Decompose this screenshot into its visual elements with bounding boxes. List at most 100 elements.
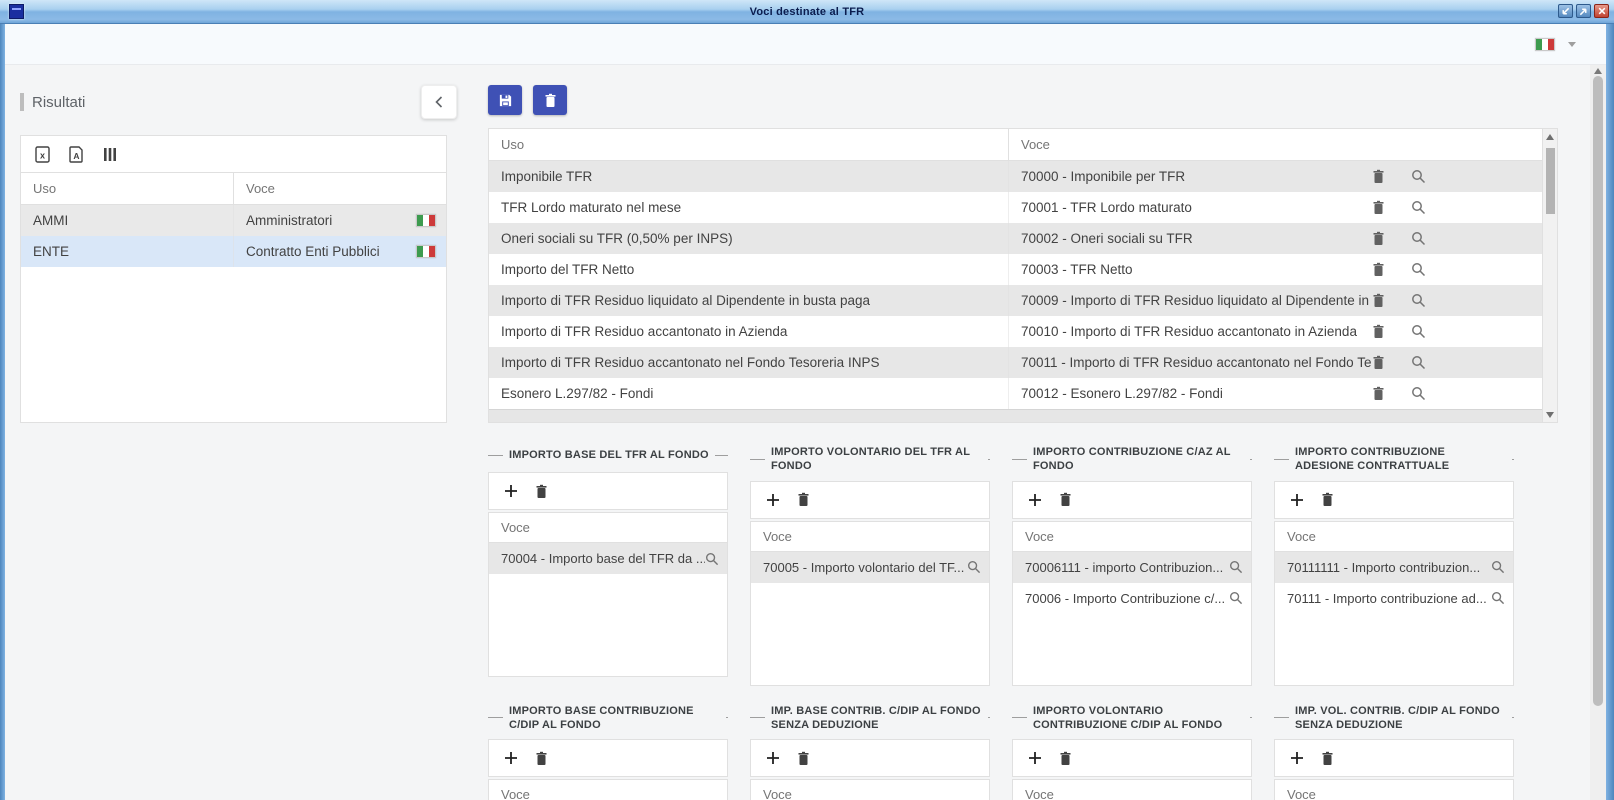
delete-voce-button[interactable] (535, 484, 548, 499)
title-bar: Voci destinate al TFR (0, 0, 1614, 24)
scrollbar-thumb[interactable] (1546, 148, 1555, 214)
col-header-voce: Voce (751, 780, 989, 800)
row-delete-button[interactable] (1372, 324, 1385, 339)
trash-icon (797, 492, 810, 507)
section-toolbar (1012, 481, 1252, 519)
voce-label: Contratto Enti Pubblici (246, 244, 380, 259)
pdf-export-icon[interactable]: A (69, 146, 84, 163)
item-search-button[interactable] (705, 552, 719, 566)
row-delete-button[interactable] (1372, 262, 1385, 277)
save-button[interactable] (488, 85, 522, 115)
voci-table-row[interactable]: TFR Lordo maturato nel mese 70001 - TFR … (489, 192, 1542, 223)
plus-icon (766, 493, 780, 507)
section-voce-table: Voce 70111111 - Importo contribuzion... … (1274, 521, 1514, 686)
add-voce-button[interactable] (1028, 493, 1042, 507)
row-delete-button[interactable] (1372, 231, 1385, 246)
scrollbar-thumb[interactable] (1593, 76, 1603, 706)
row-delete-button[interactable] (1372, 355, 1385, 370)
delete-voce-button[interactable] (797, 751, 810, 766)
plus-icon (504, 484, 518, 498)
maximize-button[interactable] (1576, 4, 1591, 18)
sidebar-table-header: Uso Voce (21, 173, 446, 205)
section-voce-item[interactable]: 70111 - Importo contribuzione ad... (1275, 583, 1513, 614)
restore-down-button[interactable] (1558, 4, 1573, 18)
sidebar-results-table: Uso Voce AMMI Amministratori ENTE Contra… (21, 173, 446, 267)
voce-label: 70005 - Importo volontario del TF... (763, 560, 967, 575)
add-voce-button[interactable] (1290, 493, 1304, 507)
item-search-button[interactable] (1229, 560, 1243, 574)
scroll-up-arrow-icon[interactable] (1546, 134, 1554, 140)
row-delete-button[interactable] (1372, 386, 1385, 401)
trash-icon (544, 93, 557, 108)
add-voce-button[interactable] (1290, 751, 1304, 765)
add-voce-button[interactable] (766, 493, 780, 507)
voci-table-row[interactable]: Oneri sociali su TFR (0,50% per INPS) 70… (489, 223, 1542, 254)
section-voce-table: Voce (1274, 779, 1514, 800)
add-voce-button[interactable] (504, 484, 518, 498)
columns-icon[interactable] (103, 147, 117, 162)
header-dash (488, 455, 503, 456)
row-search-button[interactable] (1411, 293, 1426, 308)
cell-voce: 70002 - Oneri sociali su TFR (1009, 223, 1542, 254)
sidebar-table-row[interactable]: AMMI Amministratori (21, 205, 446, 236)
voci-table-row[interactable]: Imponibile TFR 70000 - Imponibile per TF… (489, 161, 1542, 192)
delete-voce-button[interactable] (1321, 492, 1334, 507)
table-vertical-scrollbar[interactable] (1542, 129, 1557, 422)
header-dash (750, 459, 765, 460)
add-voce-button[interactable] (504, 751, 518, 765)
section-voce-item[interactable]: 70005 - Importo volontario del TF... (751, 552, 989, 583)
row-delete-button[interactable] (1372, 200, 1385, 215)
delete-voce-button[interactable] (797, 492, 810, 507)
sidebar-table-row[interactable]: ENTE Contratto Enti Pubblici (21, 236, 446, 267)
col-header-voce: Voce (234, 173, 446, 204)
close-button[interactable] (1594, 4, 1609, 18)
section-toolbar (750, 739, 990, 777)
header-line (1512, 459, 1514, 460)
delete-voce-button[interactable] (1059, 751, 1072, 766)
voci-table-row[interactable]: Importo di TFR Residuo accantonato nel F… (489, 347, 1542, 378)
collapse-sidebar-button[interactable] (421, 85, 457, 119)
scroll-down-arrow-icon[interactable] (1546, 412, 1554, 418)
voce-label: 70010 - Importo di TFR Residuo accantona… (1021, 324, 1372, 339)
add-voce-button[interactable] (766, 751, 780, 765)
section-voce-item[interactable]: 70111111 - Importo contribuzion... (1275, 552, 1513, 583)
section-voce-item[interactable]: 70006 - Importo Contribuzione c/... (1013, 583, 1251, 614)
item-search-button[interactable] (1491, 560, 1505, 574)
row-search-button[interactable] (1411, 262, 1426, 277)
page-vertical-scrollbar[interactable] (1590, 65, 1606, 800)
row-search-button[interactable] (1411, 169, 1426, 184)
scroll-up-arrow-icon[interactable] (1594, 68, 1602, 74)
add-voce-button[interactable] (1028, 751, 1042, 765)
item-search-button[interactable] (1491, 591, 1505, 605)
item-search-button[interactable] (967, 560, 981, 574)
row-search-button[interactable] (1411, 355, 1426, 370)
delete-button[interactable] (533, 85, 567, 115)
row-delete-button[interactable] (1372, 169, 1385, 184)
section-voce-table: Voce (1012, 779, 1252, 800)
col-header-voce: Voce (489, 780, 727, 800)
voci-table-row[interactable]: Importo del TFR Netto 70003 - TFR Netto (489, 254, 1542, 285)
row-search-button[interactable] (1411, 231, 1426, 246)
section-voce-item[interactable]: 70004 - Importo base del TFR da ... (489, 543, 727, 574)
voci-table-row[interactable]: Esonero L.297/82 - Fondi 70012 - Esonero… (489, 378, 1542, 409)
row-search-button[interactable] (1411, 386, 1426, 401)
row-search-button[interactable] (1411, 200, 1426, 215)
excel-export-icon[interactable]: x (35, 146, 50, 163)
section-header: IMPORTO VOLONTARIO DEL TFR AL FONDO (750, 445, 990, 474)
voci-table-row[interactable]: Importo di TFR Residuo accantonato in Az… (489, 316, 1542, 347)
col-header-voce: Voce (1013, 522, 1251, 552)
voci-table-row[interactable]: Importo di TFR Residuo liquidato al Dipe… (489, 285, 1542, 316)
item-search-button[interactable] (1229, 591, 1243, 605)
svg-text:A: A (73, 151, 79, 161)
row-delete-button[interactable] (1372, 293, 1385, 308)
section-voce-item[interactable]: 70006111 - importo Contribuzion... (1013, 552, 1251, 583)
voce-label: 70111111 - Importo contribuzion... (1287, 560, 1491, 575)
language-selector[interactable] (1535, 38, 1576, 51)
delete-voce-button[interactable] (1321, 751, 1334, 766)
magnifier-icon (1411, 231, 1426, 246)
delete-voce-button[interactable] (535, 751, 548, 766)
voce-label: 70004 - Importo base del TFR da ... (501, 551, 705, 566)
row-search-button[interactable] (1411, 324, 1426, 339)
delete-voce-button[interactable] (1059, 492, 1072, 507)
horizontal-scrollbar[interactable] (489, 409, 1542, 422)
